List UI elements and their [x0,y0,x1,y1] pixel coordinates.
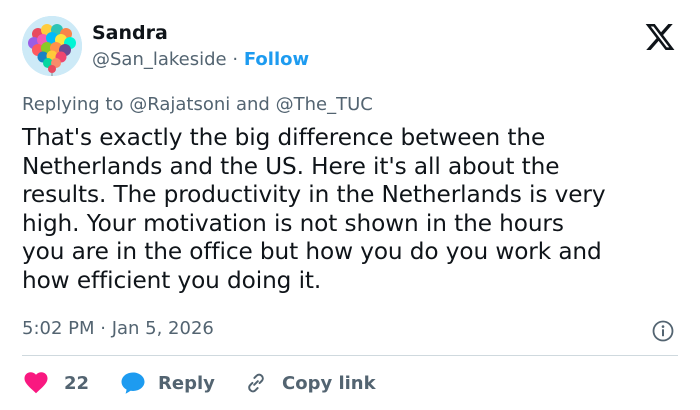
heart-icon [24,372,48,394]
reply-context: Replying to @Rajatsoni and @The_TUC [22,94,373,115]
reply-button[interactable]: Reply [120,368,215,398]
tweet-timestamp[interactable]: 5:02 PM · Jan 5, 2026 [22,318,214,339]
author-handle-row: @San_lakeside · Follow [92,49,309,70]
divider [22,355,678,356]
reply-conjunction: and [235,94,270,115]
author-name[interactable]: Sandra [92,22,168,44]
reply-bubble-icon [121,372,145,394]
x-logo-icon[interactable] [643,21,677,53]
mention-link[interactable]: @The_TUC [276,94,373,115]
action-bar: 22 Reply Copy link [0,368,700,398]
info-icon[interactable] [651,319,675,343]
copy-link-button[interactable]: Copy link [244,368,376,398]
tweet-text: That's exactly the big difference betwee… [22,124,606,294]
heart-balloons-avatar-icon [22,16,82,76]
mention-link[interactable]: @Rajatsoni [129,94,230,115]
author-handle[interactable]: @San_lakeside [92,49,227,70]
follow-button[interactable]: Follow [244,49,309,70]
avatar[interactable] [22,16,82,76]
link-icon [248,373,264,393]
reply-prefix: Replying to [22,94,124,115]
reply-label: Reply [158,372,215,394]
copy-link-label: Copy link [282,372,376,394]
handle-separator: · [232,49,239,70]
like-count: 22 [64,372,90,394]
like-button[interactable]: 22 [24,368,89,398]
tweet-card: Sandra @San_lakeside · Follow Replying t… [0,0,700,410]
